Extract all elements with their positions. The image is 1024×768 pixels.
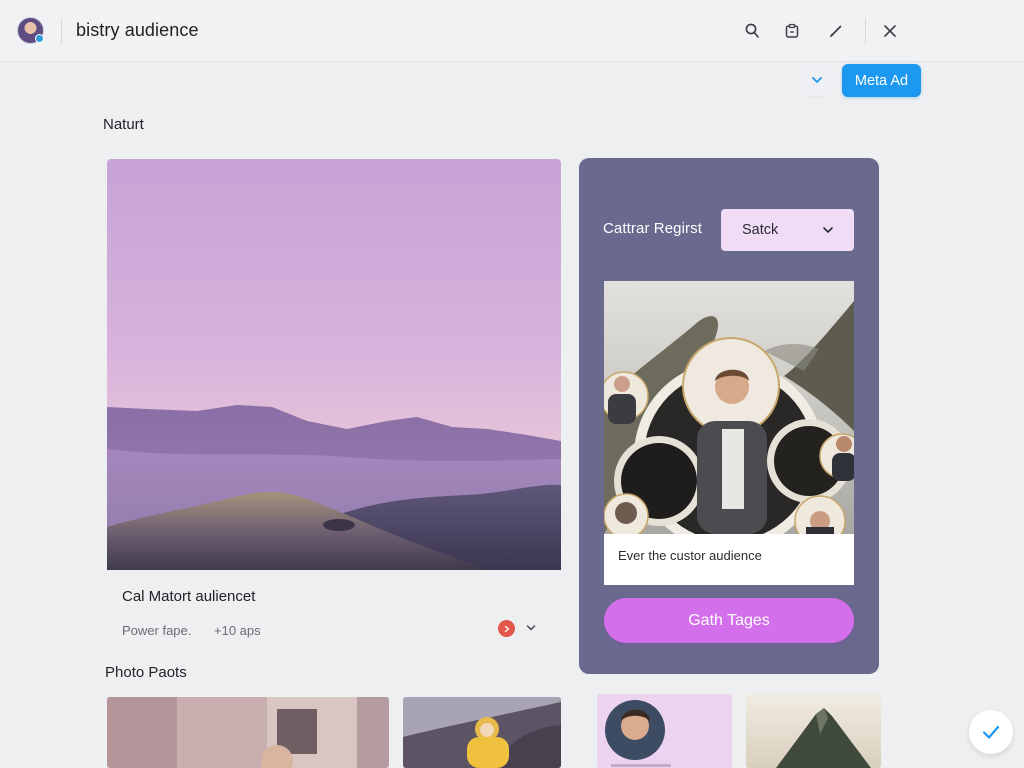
hero-caption: Cal Matort auliencet <box>122 588 256 605</box>
chevron-down-icon[interactable] <box>523 620 539 636</box>
clipboard-icon[interactable] <box>780 19 804 43</box>
status-dot-icon[interactable] <box>498 620 515 637</box>
hero-meta-text: Power fape. <box>122 623 192 638</box>
select-value: Satck <box>742 222 779 238</box>
gath-tages-button[interactable]: Gath Tages <box>604 598 854 643</box>
top-bar: bistry audience <box>0 0 1024 62</box>
photo-thumbnail[interactable] <box>107 697 389 768</box>
expand-button[interactable] <box>801 64 833 96</box>
hero-meta-count: +10 aps <box>214 623 261 638</box>
app-title: bistry audience <box>76 20 199 40</box>
chevron-down-icon <box>823 227 833 233</box>
checkmark-icon <box>982 725 1000 739</box>
confirm-button[interactable] <box>969 710 1013 754</box>
search-icon[interactable] <box>740 19 764 43</box>
photos-section-title: Photo Paots <box>105 664 187 681</box>
audience-collage-image[interactable] <box>604 281 854 534</box>
meta-ad-button[interactable]: Meta Ad <box>842 64 921 97</box>
panel-label: Cattrar Regirst <box>603 220 703 237</box>
header-divider <box>61 18 62 44</box>
header-divider <box>865 18 866 44</box>
section-title: Naturt <box>103 116 144 133</box>
photo-thumbnail[interactable] <box>597 694 732 768</box>
photo-thumbnail[interactable] <box>746 694 881 768</box>
hero-image[interactable] <box>107 159 561 570</box>
close-icon[interactable] <box>878 19 902 43</box>
avatar[interactable] <box>17 17 44 44</box>
photo-thumbnail[interactable] <box>403 697 561 768</box>
edit-icon[interactable] <box>824 19 848 43</box>
chevron-down-icon <box>812 77 822 83</box>
panel-caption: Ever the custor audience <box>618 548 762 563</box>
audience-select[interactable]: Satck <box>721 209 854 251</box>
